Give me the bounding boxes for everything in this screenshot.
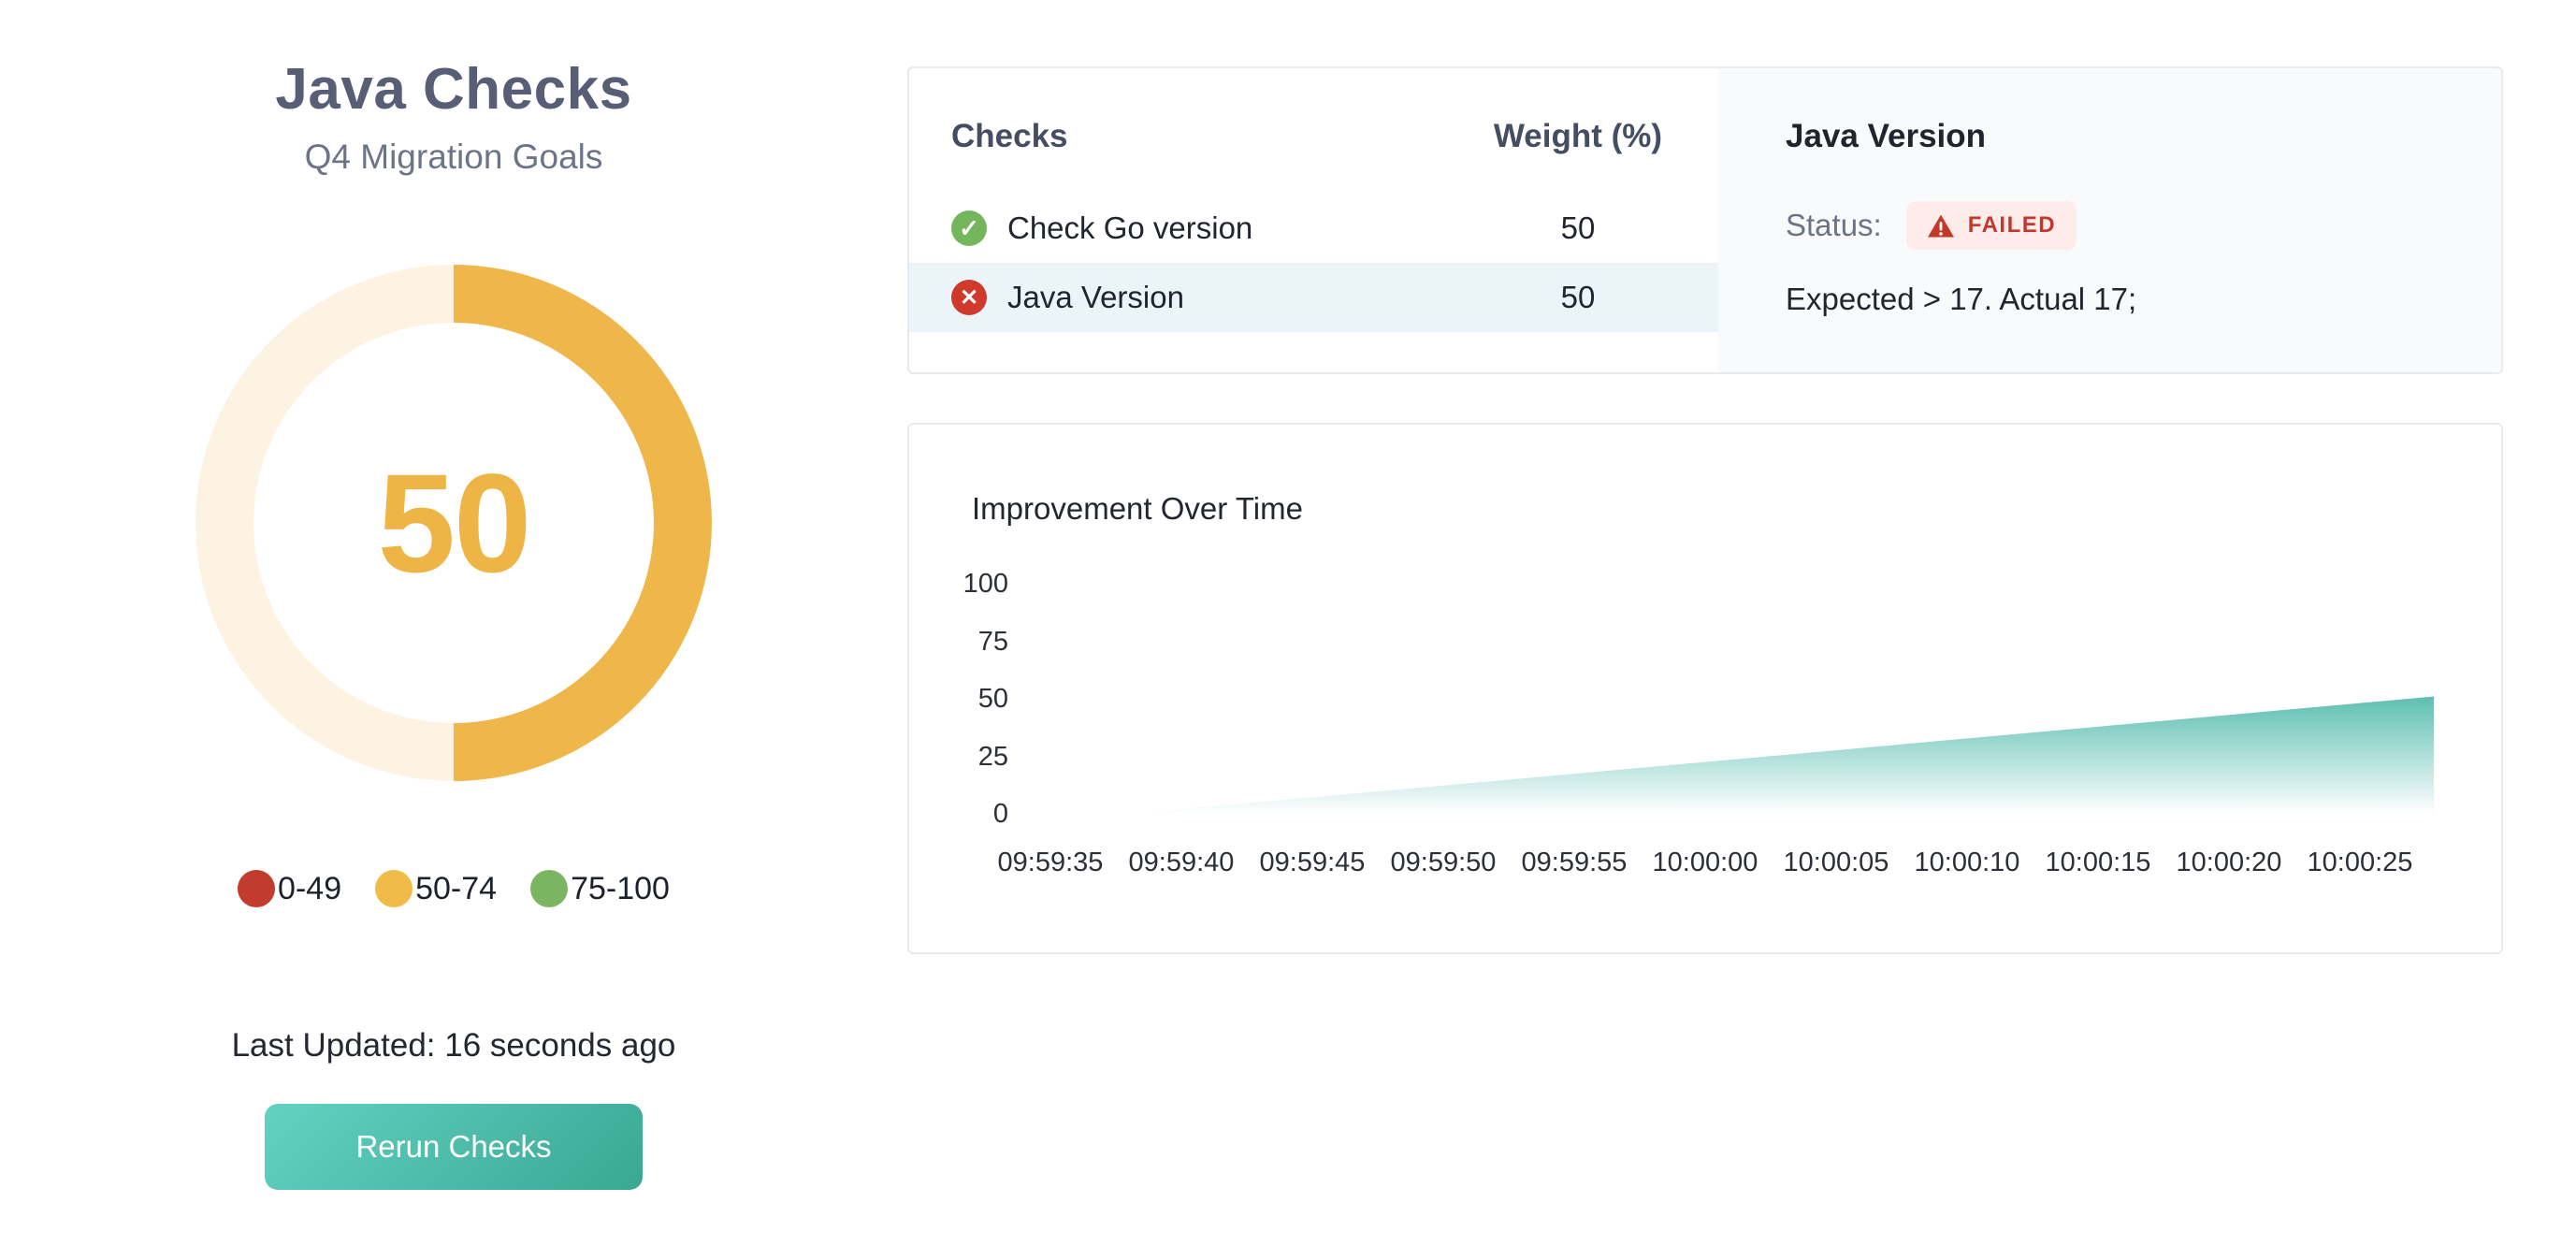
- check-failed-icon: ✕: [951, 280, 987, 315]
- x-axis-tick-label: 10:00:25: [2308, 847, 2413, 878]
- legend-item-mid: 50-74: [375, 870, 497, 907]
- check-name: Java Version: [1007, 280, 1480, 315]
- table-row-check-go-version[interactable]: ✓ Check Go version 50: [909, 194, 1718, 263]
- legend-dot-green-icon: [530, 870, 568, 907]
- x-axis-tick-label: 09:59:35: [998, 847, 1104, 878]
- details-title: Java Version: [1786, 117, 2464, 156]
- y-axis-tick-label: 0: [947, 798, 1008, 830]
- status-badge-text: FAILED: [1968, 212, 2056, 239]
- last-updated-text: Last Updated: 16 seconds ago: [232, 1027, 676, 1065]
- summary-panel: Java Checks Q4 Migration Goals 50 0-49 5…: [0, 0, 907, 1246]
- x-axis-tick-label: 09:59:40: [1129, 847, 1235, 878]
- column-header-checks: Checks: [951, 118, 1480, 155]
- page-subtitle: Q4 Migration Goals: [305, 137, 603, 178]
- area-chart: [947, 560, 2464, 953]
- legend-dot-red-icon: [238, 870, 275, 907]
- page-title: Java Checks: [275, 56, 631, 123]
- status-row: Status: FAILED: [1786, 201, 2464, 250]
- legend-item-high: 75-100: [530, 870, 670, 907]
- page: Java Checks Q4 Migration Goals 50 0-49 5…: [0, 0, 2576, 1246]
- table-header-row: Checks Weight (%): [909, 117, 1718, 156]
- improvement-chart-card: Improvement Over Time 100 75 50 25 0 09:59:35…: [907, 423, 2503, 954]
- check-details-panel: Java Version Status: FAILED Expected > 1…: [1718, 68, 2501, 372]
- chart-body: 100 75 50 25 0 09:59:35 09:59:40 09:59:45 09:59:…: [947, 560, 2464, 953]
- score-donut-chart: 50: [195, 265, 712, 781]
- x-axis-tick-label: 10:00:20: [2177, 847, 2282, 878]
- checks-card: Checks Weight (%) ✓ Check Go version 50 …: [907, 66, 2503, 374]
- rerun-checks-button[interactable]: Rerun Checks: [265, 1104, 643, 1190]
- status-badge: FAILED: [1906, 201, 2077, 250]
- x-axis-tick-label: 10:00:15: [2046, 847, 2151, 878]
- x-axis-tick-label: 09:59:45: [1260, 847, 1366, 878]
- status-label: Status:: [1786, 208, 1882, 243]
- failure-message: Expected > 17. Actual 17;: [1786, 282, 2464, 317]
- table-rows: ✓ Check Go version 50 ✕ Java Version 50: [909, 194, 1718, 332]
- x-axis-tick-label: 09:59:50: [1391, 847, 1497, 878]
- improvement-area-series: [1128, 697, 2434, 814]
- check-weight: 50: [1480, 210, 1676, 246]
- check-passed-icon: ✓: [951, 210, 987, 246]
- legend-item-low: 0-49: [238, 870, 341, 907]
- column-header-weight: Weight (%): [1480, 118, 1676, 155]
- detail-column: Checks Weight (%) ✓ Check Go version 50 …: [907, 0, 2576, 1246]
- x-axis-tick-label: 10:00:10: [1915, 847, 2020, 878]
- chart-title: Improvement Over Time: [947, 490, 2464, 528]
- x-axis-tick-label: 10:00:00: [1653, 847, 1758, 878]
- legend-dot-yellow-icon: [375, 870, 412, 907]
- table-row-java-version[interactable]: ✕ Java Version 50: [909, 263, 1718, 332]
- checks-table: Checks Weight (%) ✓ Check Go version 50 …: [909, 68, 1718, 372]
- x-axis-tick-label: 10:00:05: [1784, 847, 1889, 878]
- score-value: 50: [195, 265, 712, 781]
- y-axis-tick-label: 25: [947, 741, 1008, 773]
- check-name: Check Go version: [1007, 210, 1480, 246]
- y-axis-tick-label: 75: [947, 626, 1008, 658]
- legend-label: 50-74: [415, 871, 497, 907]
- y-axis-tick-label: 50: [947, 683, 1008, 715]
- check-weight: 50: [1480, 280, 1676, 315]
- warning-triangle-icon: [1927, 213, 1955, 239]
- legend-label: 0-49: [278, 871, 341, 907]
- score-legend: 0-49 50-74 75-100: [238, 870, 670, 907]
- legend-label: 75-100: [571, 871, 670, 907]
- x-axis-tick-label: 09:59:55: [1522, 847, 1628, 878]
- y-axis-tick-label: 100: [947, 568, 1008, 600]
